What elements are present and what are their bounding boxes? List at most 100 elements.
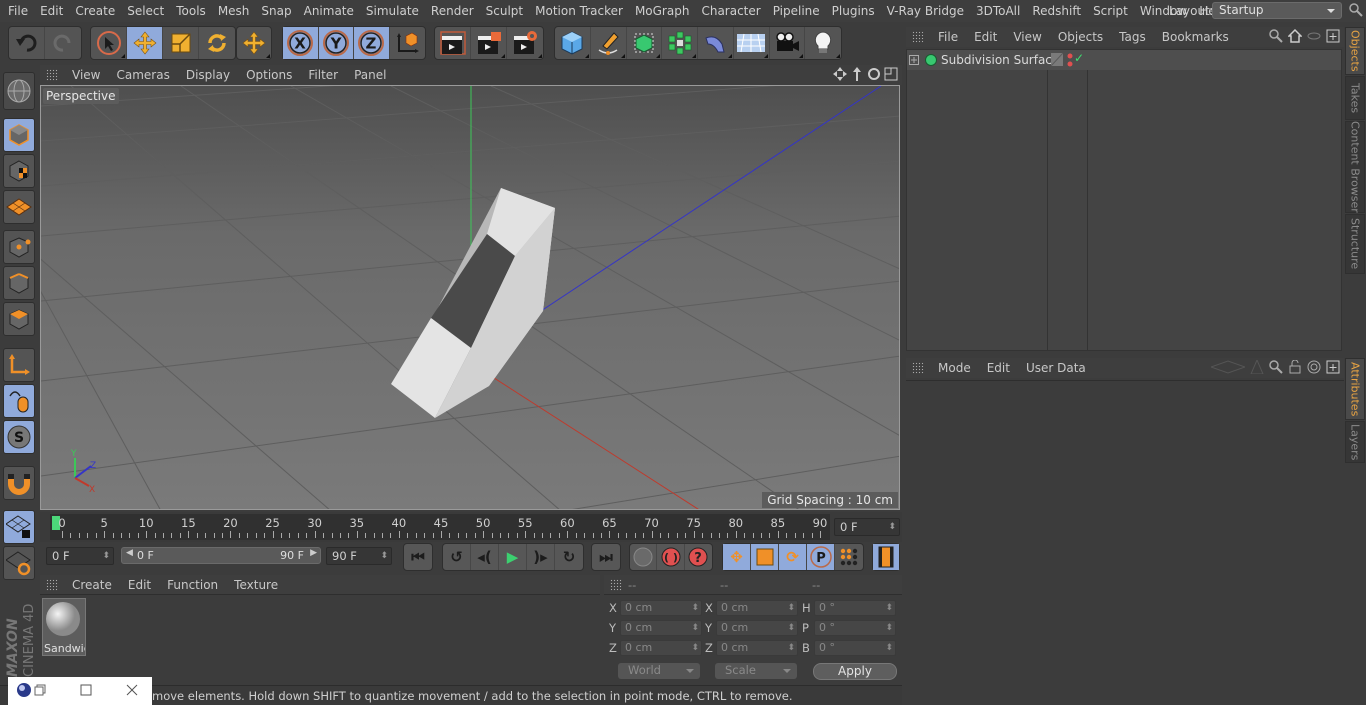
menu-vray-bridge[interactable]: V-Ray Bridge (881, 4, 970, 18)
layer-swatch-icon[interactable] (1050, 52, 1064, 69)
vp-menu-options[interactable]: Options (238, 68, 300, 82)
key-parameter-button[interactable]: P (807, 544, 835, 570)
menu-edit[interactable]: Edit (34, 4, 69, 18)
key-rotation-button[interactable]: ⟳ (779, 544, 807, 570)
goto-start-button[interactable]: ⏮ (404, 544, 432, 570)
target-icon[interactable] (1307, 360, 1321, 377)
tab-layers[interactable]: Layers (1345, 421, 1365, 463)
z-axis-lock-button[interactable]: Z (354, 27, 390, 59)
visibility-dots-icon[interactable] (1067, 52, 1073, 71)
end-frame-field[interactable]: 90 F (326, 547, 392, 565)
coordinate-system-button[interactable] (390, 27, 425, 59)
link-icon[interactable] (1307, 29, 1321, 46)
next-frame-button[interactable]: )▸ (527, 544, 555, 570)
obj-menu-objects[interactable]: Objects (1050, 30, 1111, 44)
obj-menu-view[interactable]: View (1005, 30, 1049, 44)
move-tool-button[interactable] (127, 27, 163, 59)
layout-select[interactable]: Startup (1212, 2, 1342, 19)
mat-menu-function[interactable]: Function (159, 578, 226, 592)
apply-button[interactable]: Apply (813, 663, 897, 680)
current-frame-field[interactable]: 0 F (834, 518, 900, 536)
key-pla-button[interactable] (835, 544, 863, 570)
orbit-icon[interactable] (867, 67, 881, 84)
model-mode-button[interactable] (3, 118, 35, 152)
obj-menu-edit[interactable]: Edit (966, 30, 1005, 44)
search-icon[interactable] (1269, 29, 1283, 46)
workplane-mode-button[interactable] (3, 190, 35, 224)
rotation-b-field[interactable]: 0 ° (814, 640, 896, 656)
menu-select[interactable]: Select (121, 4, 170, 18)
render-picture-viewer-button[interactable] (471, 27, 507, 59)
x-axis-lock-button[interactable]: X (283, 27, 319, 59)
maximize-icon[interactable] (80, 684, 92, 699)
menu-3dtoall[interactable]: 3DToAll (970, 4, 1026, 18)
tab-objects[interactable]: Objects (1345, 27, 1365, 75)
search-icon[interactable] (1349, 3, 1363, 20)
tweak-mode-button[interactable] (3, 384, 35, 418)
menu-mesh[interactable]: Mesh (212, 4, 256, 18)
next-key-button[interactable]: ↻ (555, 544, 583, 570)
autokey-button[interactable]: ( ) (657, 544, 685, 570)
record-keys-button[interactable] (630, 544, 658, 570)
subdivision-surface-button[interactable] (627, 27, 663, 59)
menu-animate[interactable]: Animate (298, 4, 360, 18)
mat-menu-texture[interactable]: Texture (226, 578, 286, 592)
size-z-field[interactable]: 0 cm (716, 640, 798, 656)
expand-icon[interactable] (909, 54, 919, 68)
scale-tool-button[interactable] (163, 27, 199, 59)
menu-simulate[interactable]: Simulate (360, 4, 425, 18)
cloner-button[interactable] (662, 27, 698, 59)
up-arrow-icon[interactable] (1250, 358, 1264, 377)
make-editable-button[interactable] (3, 72, 35, 110)
object-row[interactable]: Subdivision Surface ✓ (907, 50, 1341, 70)
keyframe-selection-button[interactable]: ? (685, 544, 712, 570)
key-position-button[interactable]: ✥ (723, 544, 751, 570)
pan-icon[interactable] (833, 67, 847, 84)
size-mode-select[interactable]: Scale (715, 663, 797, 679)
floor-button[interactable] (734, 27, 770, 59)
solo-mode-button[interactable]: S (3, 420, 35, 454)
3d-viewport[interactable]: Y Z X (40, 85, 900, 510)
menu-render[interactable]: Render (425, 4, 480, 18)
render-settings-button[interactable] (507, 27, 543, 59)
menu-pipeline[interactable]: Pipeline (767, 4, 826, 18)
obj-menu-bookmarks[interactable]: Bookmarks (1154, 30, 1237, 44)
workplane-align-button[interactable] (3, 546, 35, 580)
mat-menu-edit[interactable]: Edit (120, 578, 159, 592)
menu-snap[interactable]: Snap (255, 4, 297, 18)
panel-grip[interactable] (912, 362, 924, 374)
live-selection-button[interactable] (91, 27, 127, 59)
position-z-field[interactable]: 0 cm (620, 640, 702, 656)
attr-menu-user-data[interactable]: User Data (1018, 361, 1094, 375)
close-icon[interactable] (126, 684, 138, 699)
new-panel-icon[interactable] (1326, 29, 1340, 46)
menu-character[interactable]: Character (695, 4, 766, 18)
menu-file[interactable]: File (0, 4, 34, 18)
size-x-field[interactable]: 0 cm (716, 600, 798, 616)
tab-content-browser[interactable]: Content Browser (1345, 121, 1365, 213)
snap-button[interactable] (3, 466, 35, 500)
toggle-layout-icon[interactable] (884, 67, 898, 84)
panel-grip[interactable] (912, 31, 924, 43)
menu-plugins[interactable]: Plugins (826, 4, 881, 18)
position-y-field[interactable]: 0 cm (620, 620, 702, 636)
obj-menu-file[interactable]: File (930, 30, 966, 44)
menu-create[interactable]: Create (69, 4, 121, 18)
camera-label[interactable]: Perspective (43, 88, 119, 104)
vp-menu-panel[interactable]: Panel (346, 68, 394, 82)
vp-menu-filter[interactable]: Filter (300, 68, 346, 82)
sandwich-box-model[interactable] (391, 188, 555, 418)
menu-sculpt[interactable]: Sculpt (480, 4, 529, 18)
cube-button[interactable] (555, 27, 591, 59)
rotation-p-field[interactable]: 0 ° (814, 620, 896, 636)
panel-grip[interactable] (610, 579, 622, 591)
axis-mode-button[interactable] (3, 348, 35, 382)
menu-motion-tracker[interactable]: Motion Tracker (529, 4, 629, 18)
render-view-button[interactable] (435, 27, 471, 59)
restore-icon[interactable] (34, 684, 46, 699)
search-icon[interactable] (1269, 360, 1283, 377)
key-scale-button[interactable] (751, 544, 779, 570)
prev-frame-button[interactable]: ◂( (471, 544, 499, 570)
prev-key-button[interactable]: ↺ (443, 544, 471, 570)
start-frame-field[interactable]: 0 F (46, 547, 114, 565)
